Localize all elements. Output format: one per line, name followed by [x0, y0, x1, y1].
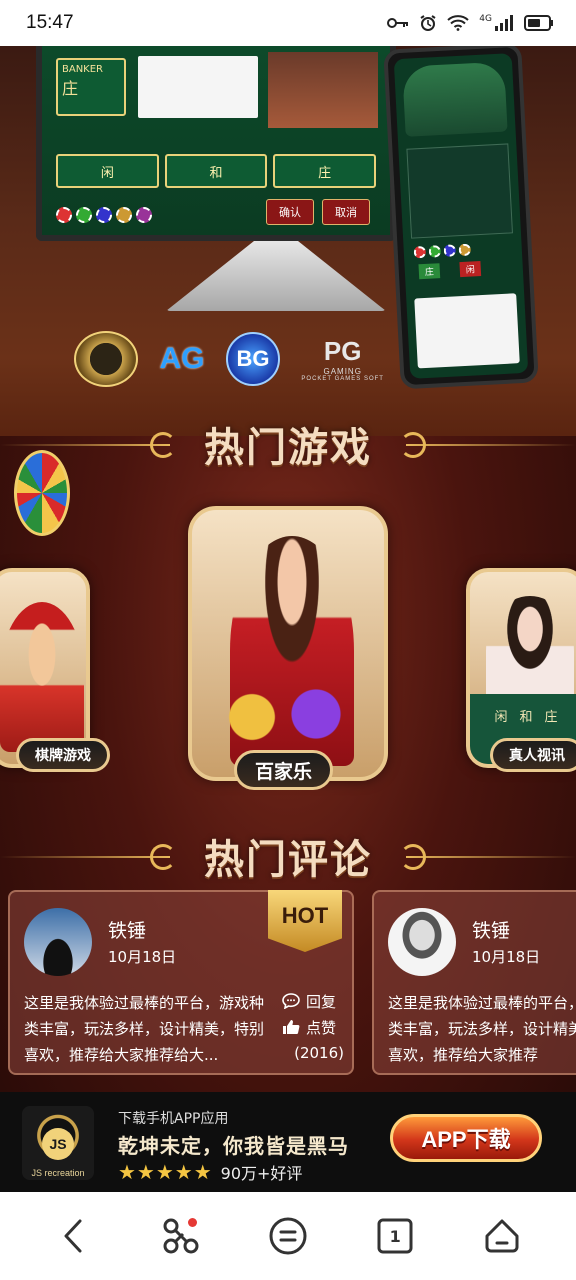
- bet-cell-tie: 和: [164, 154, 268, 188]
- browser-nav-bar: 1: [0, 1192, 576, 1280]
- comment-actions: 回复 点赞 (2016): [282, 988, 344, 1066]
- pg-logo-subtext: GAMING: [323, 367, 362, 376]
- game-card-baccarat[interactable]: [188, 506, 388, 781]
- like-count: (2016): [294, 1044, 344, 1062]
- download-slogan: 乾坤未定，你我皆是黑马: [118, 1134, 349, 1158]
- baccarat-label[interactable]: 百家乐: [234, 750, 334, 790]
- js-recreation-logo: JS JS recreation: [22, 1106, 94, 1180]
- main-content: BANKER 庄 闲 和 庄 确认 取消 庄 闲 AG BG PG GAMING…: [0, 46, 576, 1092]
- avatar: [24, 908, 92, 976]
- hero-banner: BANKER 庄 闲 和 庄 确认 取消 庄 闲 AG BG PG GAMING…: [0, 46, 576, 436]
- cancel-button-image: 取消: [322, 199, 370, 225]
- live-dealer-image: [486, 596, 574, 706]
- hot-comments-title: 热门评论: [204, 836, 372, 883]
- comment-card: 铁锤 10月18日 HOT 这里是我体验过最棒的平台，游戏种类丰富，玩法多样，设…: [8, 890, 354, 1075]
- hot-games-heading: 热门游戏: [0, 418, 576, 471]
- menu-button[interactable]: [260, 1208, 316, 1264]
- chess-games-label[interactable]: 棋牌游戏: [16, 738, 110, 772]
- comment-body: 这里是我体验过最棒的平台，游戏种类丰富，玩法多样，设计精美，特别喜欢，推荐给大家…: [388, 994, 576, 1064]
- bet-cell-banker: 庄: [273, 154, 377, 188]
- download-subtitle: 下载手机APP应用: [118, 1111, 229, 1127]
- phone-tab-banker: 庄: [418, 263, 441, 280]
- live-video-label[interactable]: 真人视讯: [490, 738, 576, 772]
- tabs-button[interactable]: 1: [367, 1208, 423, 1264]
- back-button[interactable]: [46, 1208, 102, 1264]
- hot-badge: HOT: [268, 890, 342, 952]
- battery-icon: [524, 15, 553, 31]
- like-button[interactable]: 点赞: [282, 1014, 344, 1040]
- phone-tab-player: 闲: [459, 261, 482, 278]
- star-rating-icon: ★★★★★: [118, 1160, 213, 1184]
- pg-logo-text: PG: [323, 336, 362, 366]
- comment-date: 10月18日: [108, 948, 177, 966]
- brand-name: JS recreation: [31, 1168, 85, 1178]
- phone-mockup-image: 庄 闲: [383, 46, 539, 390]
- avatar: [388, 908, 456, 976]
- comment-date: 10月18日: [472, 948, 541, 966]
- confirm-button-image: 确认: [266, 199, 314, 225]
- chip-row: [56, 207, 152, 223]
- hot-comments-heading: 热门评论: [0, 830, 576, 883]
- ai-assistant-button[interactable]: [153, 1208, 209, 1264]
- provider-logos: AG BG PG GAMING POCKET GAMES SOFT: [74, 331, 384, 387]
- reply-label: 回复: [306, 992, 337, 1011]
- status-time: 15:47: [26, 12, 74, 33]
- alarm-icon: [420, 15, 436, 31]
- home-button[interactable]: [474, 1208, 530, 1264]
- rating: ★★★★★ 90万+好评: [118, 1160, 302, 1184]
- comment-username: 铁锤: [472, 920, 511, 942]
- wifi-icon: [447, 15, 469, 31]
- desktop-monitor-image: BANKER 庄 闲 和 庄 确认 取消: [36, 46, 396, 241]
- pg-logo: PG GAMING POCKET GAMES SOFT: [301, 336, 384, 382]
- fortune-wheel-decoration: [14, 450, 70, 536]
- god-of-wealth-image: [0, 602, 84, 752]
- key-icon: [387, 18, 409, 28]
- signal-icon: [495, 15, 513, 31]
- pg-logo-subsub: POCKET GAMES SOFT: [301, 376, 384, 382]
- rating-text: 90万+好评: [220, 1164, 303, 1183]
- like-label: 点赞: [306, 1018, 337, 1037]
- menu-circle-icon: [269, 1217, 307, 1255]
- hot-games-title: 热门游戏: [204, 424, 372, 471]
- status-bar: 15:47 4G: [0, 0, 576, 46]
- status-icons: 4G: [387, 14, 554, 32]
- chevron-left-icon: [64, 1219, 82, 1253]
- banker-cn-label: 庄: [62, 79, 79, 98]
- chips-pile-image: [212, 687, 372, 747]
- comment-card: 铁锤 10月18日 这里是我体验过最棒的平台，游戏种类丰富，玩法多样，设计精美，…: [372, 890, 576, 1075]
- ag-logo: AG: [159, 342, 205, 375]
- tab-count: 1: [389, 1226, 401, 1246]
- crown-logo: [74, 331, 138, 387]
- banker-label: BANKER: [62, 64, 104, 75]
- home-icon: [485, 1219, 519, 1253]
- reply-button[interactable]: 回复: [282, 988, 344, 1014]
- monitor-stand: [166, 241, 386, 311]
- app-download-bar[interactable]: JS JS recreation 下载手机APP应用 乾坤未定，你我皆是黑马 ★…: [0, 1092, 576, 1192]
- bg-logo: BG: [225, 332, 280, 386]
- chat-bubble-icon: [282, 993, 300, 1009]
- thumbs-up-icon: [283, 1020, 300, 1034]
- comment-body: 这里是我体验过最棒的平台，游戏种类丰富，玩法多样，设计精美，特别喜欢，推荐给大家…: [24, 994, 265, 1064]
- notification-dot: [187, 1218, 197, 1227]
- app-download-button[interactable]: APP下载: [390, 1114, 542, 1162]
- bet-cell-player: 闲: [56, 154, 159, 188]
- js-logo-text: JS: [42, 1128, 74, 1160]
- comment-username: 铁锤: [108, 920, 147, 942]
- network-type: 4G: [479, 14, 492, 24]
